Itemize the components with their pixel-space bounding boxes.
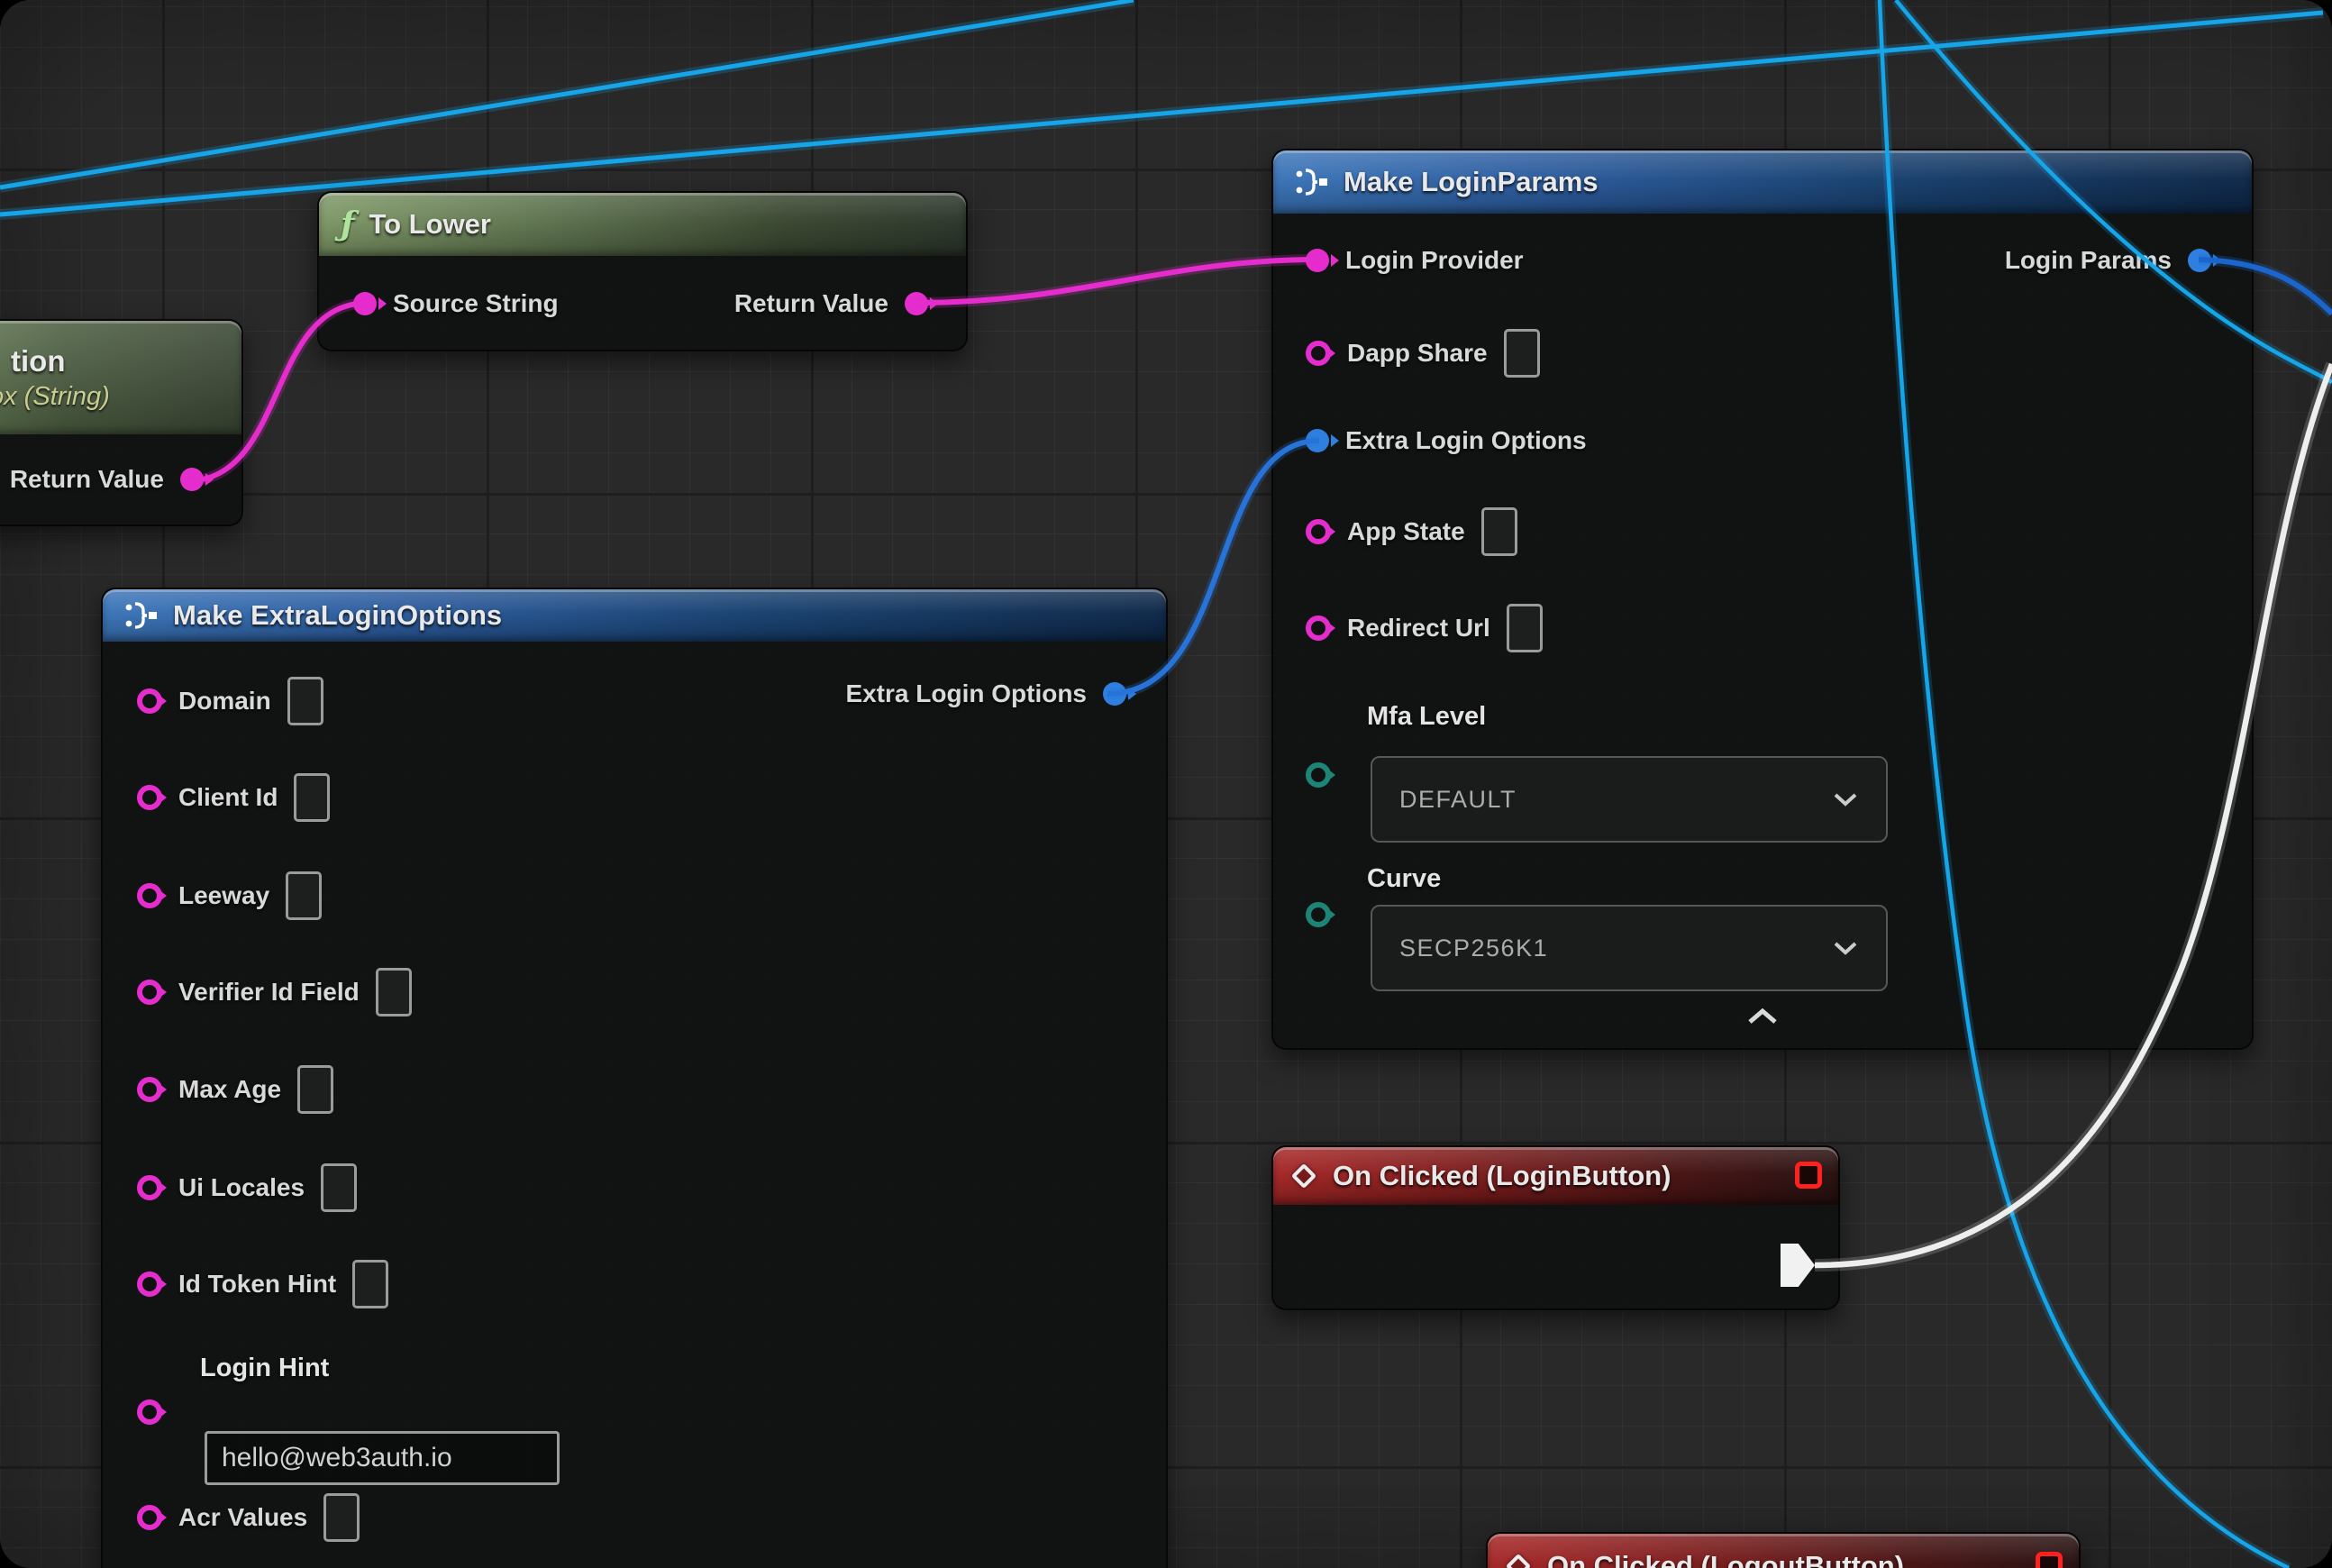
node-textbox-partial-header[interactable]: tion ox (String) bbox=[0, 321, 241, 434]
pin-label-acr-values: Acr Values bbox=[178, 1503, 307, 1532]
value-box-domain[interactable] bbox=[287, 677, 323, 725]
pin-label-id-token-hint: Id Token Hint bbox=[178, 1270, 336, 1299]
bound-delegate-icon bbox=[2036, 1552, 2063, 1568]
exec-output-pin[interactable] bbox=[1781, 1244, 1815, 1287]
node-title: To Lower bbox=[369, 208, 491, 241]
pin-label-login-provider: Login Provider bbox=[1345, 246, 1524, 275]
input-pin-extra-login-options[interactable] bbox=[1306, 429, 1329, 452]
node-title: On Clicked (LoginButton) bbox=[1333, 1160, 1671, 1192]
node-title: Make LoginParams bbox=[1344, 166, 1599, 198]
login-hint-input[interactable]: hello@web3auth.io bbox=[205, 1431, 560, 1485]
node-textbox-partial[interactable]: tion ox (String) Return Value bbox=[0, 319, 243, 526]
pin-label-extra-login-options-out: Extra Login Options bbox=[845, 679, 1087, 708]
curve-value: SECP256K1 bbox=[1399, 934, 1548, 962]
node-subtitle: ox (String) bbox=[0, 382, 110, 412]
chevron-up-icon bbox=[1743, 1006, 1782, 1027]
node-title: On Clicked (LogoutButton) bbox=[1547, 1550, 1904, 1568]
make-struct-icon bbox=[1295, 168, 1329, 196]
output-pin-login-params[interactable] bbox=[2188, 249, 2211, 272]
bound-delegate-icon bbox=[1795, 1162, 1822, 1189]
event-diamond-icon bbox=[1506, 1554, 1531, 1568]
pin-label-return-value: Return Value bbox=[10, 465, 164, 494]
pin-label-app-state: App State bbox=[1347, 517, 1465, 546]
node-title: tion bbox=[11, 344, 65, 378]
input-pin-dapp-share[interactable] bbox=[1306, 341, 1331, 366]
input-pin-ui-locales[interactable] bbox=[137, 1175, 162, 1200]
mfa-level-value: DEFAULT bbox=[1399, 786, 1517, 814]
pin-label-source-string: Source String bbox=[393, 289, 559, 318]
pin-label-extra-login-options: Extra Login Options bbox=[1345, 426, 1587, 455]
collapse-node-button[interactable] bbox=[1743, 1006, 1782, 1032]
node-on-clicked-login-header[interactable]: On Clicked (LoginButton) bbox=[1273, 1147, 1838, 1205]
pin-label-leeway: Leeway bbox=[178, 881, 269, 910]
value-box-max-age[interactable] bbox=[297, 1065, 333, 1114]
output-pin-return-value[interactable] bbox=[180, 468, 204, 491]
blueprint-canvas[interactable]: tion ox (String) Return Value ƒ To Lower… bbox=[0, 0, 2332, 1568]
value-box-acr-values[interactable] bbox=[323, 1493, 360, 1542]
pin-label-curve: Curve bbox=[1367, 864, 1441, 894]
node-make-extra-login-options[interactable]: Make ExtraLoginOptions Extra Login Optio… bbox=[101, 588, 1168, 1568]
input-pin-leeway[interactable] bbox=[137, 883, 162, 908]
input-pin-verifier-id-field[interactable] bbox=[137, 980, 162, 1005]
value-box-verifier-id-field[interactable] bbox=[376, 968, 412, 1016]
pin-label-redirect-url: Redirect Url bbox=[1347, 614, 1490, 643]
node-on-clicked-logout-button[interactable]: On Clicked (LogoutButton) bbox=[1486, 1532, 2081, 1568]
value-box-dapp-share[interactable] bbox=[1504, 329, 1540, 378]
input-pin-domain[interactable] bbox=[137, 688, 162, 714]
node-on-clicked-logout-header[interactable]: On Clicked (LogoutButton) bbox=[1488, 1534, 2079, 1568]
pin-label-return-value: Return Value bbox=[734, 289, 888, 318]
value-box-ui-locales[interactable] bbox=[321, 1163, 357, 1212]
input-pin-redirect-url[interactable] bbox=[1306, 615, 1331, 641]
value-box-redirect-url[interactable] bbox=[1507, 604, 1543, 652]
event-diamond-icon bbox=[1291, 1163, 1316, 1189]
input-pin-client-id[interactable] bbox=[137, 785, 162, 810]
value-box-leeway[interactable] bbox=[286, 871, 322, 920]
input-pin-source-string[interactable] bbox=[353, 292, 377, 315]
chevron-down-icon bbox=[1832, 791, 1859, 807]
input-pin-login-provider[interactable] bbox=[1306, 249, 1329, 272]
pin-label-dapp-share: Dapp Share bbox=[1347, 339, 1488, 368]
function-icon: ƒ bbox=[341, 205, 355, 243]
make-struct-icon bbox=[124, 601, 159, 630]
output-pin-return-value[interactable] bbox=[905, 292, 928, 315]
node-title: Make ExtraLoginOptions bbox=[173, 599, 502, 632]
value-box-id-token-hint[interactable] bbox=[352, 1260, 388, 1308]
input-pin-login-hint[interactable] bbox=[137, 1399, 162, 1425]
node-to-lower[interactable]: ƒ To Lower Source String Return Value bbox=[317, 191, 968, 351]
pin-label-login-params: Login Params bbox=[2005, 246, 2172, 275]
chevron-down-icon bbox=[1832, 940, 1859, 956]
value-box-client-id[interactable] bbox=[294, 773, 330, 822]
input-pin-acr-values[interactable] bbox=[137, 1505, 162, 1530]
node-on-clicked-login-button[interactable]: On Clicked (LoginButton) bbox=[1271, 1145, 1840, 1310]
node-make-extra-login-options-header[interactable]: Make ExtraLoginOptions bbox=[103, 589, 1166, 642]
input-pin-max-age[interactable] bbox=[137, 1077, 162, 1102]
curve-dropdown[interactable]: SECP256K1 bbox=[1371, 905, 1888, 991]
node-to-lower-header[interactable]: ƒ To Lower bbox=[319, 193, 966, 256]
pin-label-client-id: Client Id bbox=[178, 783, 278, 812]
pin-label-max-age: Max Age bbox=[178, 1075, 281, 1104]
node-make-login-params[interactable]: Make LoginParams Login Provider Login Pa… bbox=[1271, 149, 2254, 1050]
value-box-app-state[interactable] bbox=[1481, 507, 1517, 556]
pin-label-mfa-level: Mfa Level bbox=[1367, 702, 1486, 732]
node-make-login-params-header[interactable]: Make LoginParams bbox=[1273, 150, 2252, 214]
blueprint-editor: tion ox (String) Return Value ƒ To Lower… bbox=[0, 0, 2332, 1568]
pin-label-login-hint: Login Hint bbox=[200, 1354, 329, 1383]
login-hint-value: hello@web3auth.io bbox=[222, 1443, 452, 1473]
pin-label-domain: Domain bbox=[178, 687, 271, 716]
input-pin-curve[interactable] bbox=[1306, 902, 1331, 927]
pin-label-ui-locales: Ui Locales bbox=[178, 1173, 305, 1202]
mfa-level-dropdown[interactable]: DEFAULT bbox=[1371, 756, 1888, 843]
input-pin-id-token-hint[interactable] bbox=[137, 1272, 162, 1297]
output-pin-extra-login-options[interactable] bbox=[1103, 682, 1126, 706]
input-pin-mfa-level[interactable] bbox=[1306, 762, 1331, 788]
pin-label-verifier-id-field: Verifier Id Field bbox=[178, 978, 360, 1007]
input-pin-app-state[interactable] bbox=[1306, 519, 1331, 544]
